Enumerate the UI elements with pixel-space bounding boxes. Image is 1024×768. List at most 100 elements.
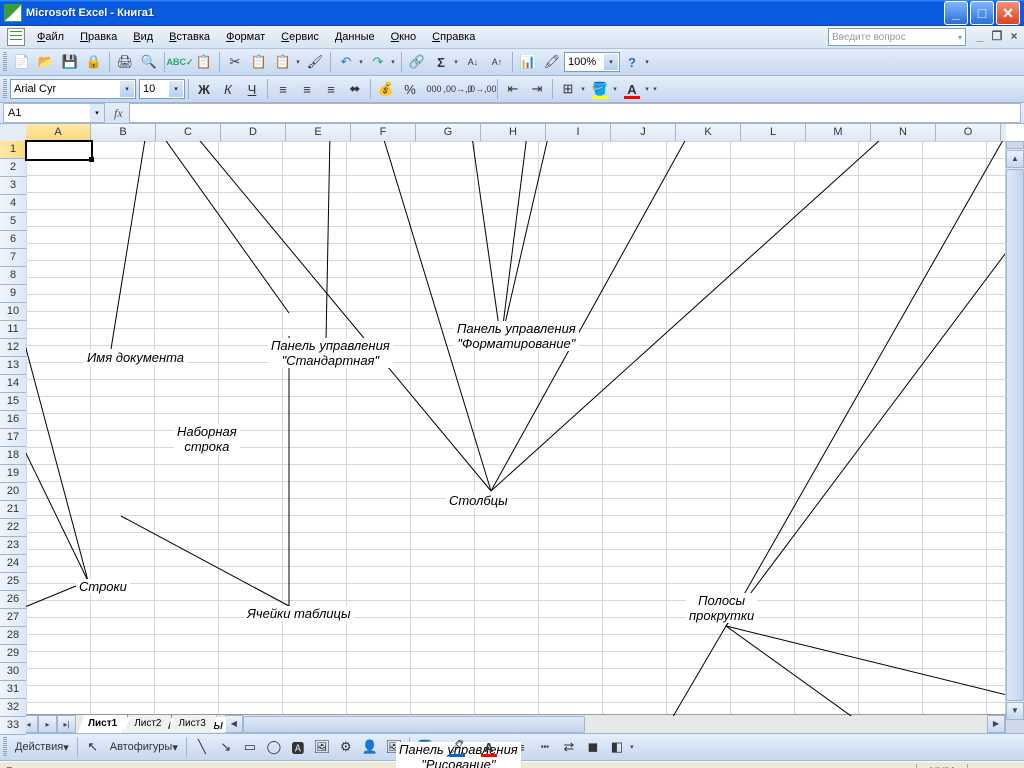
row-header-29[interactable]: 29	[0, 645, 26, 663]
column-header-M[interactable]: M	[806, 124, 871, 141]
minimize-button[interactable]: _	[944, 1, 968, 25]
wordart-button[interactable]: 🖼	[311, 736, 333, 758]
column-header-C[interactable]: C	[156, 124, 221, 141]
column-header-L[interactable]: L	[741, 124, 806, 141]
new-button[interactable]: 📄	[11, 51, 33, 73]
save-button[interactable]: 💾	[59, 51, 81, 73]
menu-Справка[interactable]: Справка	[424, 29, 483, 45]
row-header-14[interactable]: 14	[0, 375, 26, 393]
column-header-B[interactable]: B	[91, 124, 156, 141]
font-color-button[interactable]: A	[621, 78, 643, 100]
toolbar-grip[interactable]	[3, 79, 7, 99]
research-button[interactable]: 📋	[193, 51, 215, 73]
align-center-button[interactable]: ≡	[296, 78, 318, 100]
borders-button[interactable]: ⊞	[557, 78, 579, 100]
zoom-combo[interactable]: 100%▾	[564, 52, 620, 72]
font-color-button[interactable]: A	[478, 736, 500, 758]
row-header-8[interactable]: 8	[0, 267, 26, 285]
mdi-restore-button[interactable]: ❐	[990, 30, 1004, 44]
cells-area[interactable]: Имя документа Панель управления "Стандар…	[26, 141, 1006, 714]
mdi-minimize-button[interactable]: _	[973, 30, 987, 44]
formula-input[interactable]	[129, 103, 1021, 123]
autoshapes-menu[interactable]: Автофигуры ▾	[106, 736, 182, 758]
worksheet-icon[interactable]	[7, 28, 25, 46]
row-header-22[interactable]: 22	[0, 519, 26, 537]
percent-button[interactable]: %	[399, 78, 421, 100]
decrease-indent-button[interactable]: ⇤	[502, 78, 524, 100]
menu-Вставка[interactable]: Вставка	[161, 29, 218, 45]
row-header-15[interactable]: 15	[0, 393, 26, 411]
open-button[interactable]: 📂	[35, 51, 57, 73]
increase-decimal-button[interactable]: ,00→,0	[447, 78, 469, 100]
hyperlink-button[interactable]: 🔗	[406, 51, 428, 73]
row-header-6[interactable]: 6	[0, 231, 26, 249]
row-header-30[interactable]: 30	[0, 663, 26, 681]
paste-button[interactable]: 📋	[272, 51, 294, 73]
undo-button[interactable]: ↶	[335, 51, 357, 73]
row-header-18[interactable]: 18	[0, 447, 26, 465]
row-header-9[interactable]: 9	[0, 285, 26, 303]
italic-button[interactable]: К	[217, 78, 239, 100]
menu-Данные[interactable]: Данные	[327, 29, 383, 45]
row-header-2[interactable]: 2	[0, 159, 26, 177]
format-painter-button[interactable]: 🖌	[304, 51, 326, 73]
decrease-decimal-button[interactable]: ,0→,00	[471, 78, 493, 100]
select-all-button[interactable]	[0, 124, 27, 142]
horizontal-scrollbar[interactable]: ◀ ▶	[225, 715, 1005, 733]
paste-dropdown[interactable]: ▾	[294, 51, 302, 73]
column-header-A[interactable]: A	[26, 124, 91, 141]
row-header-10[interactable]: 10	[0, 303, 26, 321]
scroll-right-button[interactable]: ▶	[987, 715, 1005, 733]
sheet-tab-Лист3[interactable]: Лист3	[168, 715, 216, 733]
row-header-28[interactable]: 28	[0, 627, 26, 645]
shadow-button[interactable]: ◼	[582, 736, 604, 758]
cut-button[interactable]: ✂	[224, 51, 246, 73]
underline-button[interactable]: Ч	[241, 78, 263, 100]
fill-color-button[interactable]: 🪣	[589, 78, 611, 100]
line-color-button[interactable]: 🖊	[446, 736, 468, 758]
row-header-26[interactable]: 26	[0, 591, 26, 609]
line-color-dd[interactable]: ▾	[468, 736, 476, 758]
chart-wizard-button[interactable]: 📊	[517, 51, 539, 73]
row-header-7[interactable]: 7	[0, 249, 26, 267]
align-left-button[interactable]: ≡	[272, 78, 294, 100]
row-header-3[interactable]: 3	[0, 177, 26, 195]
row-header-25[interactable]: 25	[0, 573, 26, 591]
close-button[interactable]: ✕	[996, 1, 1020, 25]
fill-color-button[interactable]: 🪣	[414, 736, 436, 758]
line-button[interactable]: ╲	[191, 736, 213, 758]
column-header-H[interactable]: H	[481, 124, 546, 141]
fill-dd[interactable]: ▾	[436, 736, 444, 758]
font-color-dd[interactable]: ▾	[500, 736, 508, 758]
column-header-F[interactable]: F	[351, 124, 416, 141]
textbox-button[interactable]: 🅰	[287, 736, 309, 758]
column-header-N[interactable]: N	[871, 124, 936, 141]
column-header-E[interactable]: E	[286, 124, 351, 141]
autosum-button[interactable]: Σ	[430, 51, 452, 73]
dash-style-button[interactable]: ┅	[534, 736, 556, 758]
row-header-16[interactable]: 16	[0, 411, 26, 429]
hscroll-thumb[interactable]	[243, 716, 585, 733]
name-box[interactable]: A1▾	[3, 103, 105, 123]
row-header-1[interactable]: 1	[0, 141, 26, 159]
toolbar-options-button[interactable]: ▾	[651, 78, 659, 100]
scroll-down-button[interactable]: ▼	[1006, 702, 1024, 720]
diagram-button[interactable]: ⚙	[335, 736, 357, 758]
row-header-23[interactable]: 23	[0, 537, 26, 555]
column-header-D[interactable]: D	[221, 124, 286, 141]
vscroll-thumb[interactable]	[1006, 169, 1024, 701]
menu-Вид[interactable]: Вид	[125, 29, 161, 45]
menu-Файл[interactable]: Файл	[29, 29, 72, 45]
tab-nav-next[interactable]: ▸	[38, 715, 57, 733]
fill-color-dropdown[interactable]: ▾	[611, 78, 619, 100]
increase-indent-button[interactable]: ⇥	[526, 78, 548, 100]
drawing-toggle-button[interactable]: 🖍	[541, 51, 563, 73]
row-header-4[interactable]: 4	[0, 195, 26, 213]
vertical-scrollbar[interactable]: ▲ ▼	[1005, 141, 1024, 714]
menu-Правка[interactable]: Правка	[72, 29, 125, 45]
row-header-21[interactable]: 21	[0, 501, 26, 519]
insert-picture-button[interactable]: 🖼	[383, 736, 405, 758]
clipart-button[interactable]: 👤	[359, 736, 381, 758]
toolbar-options-button[interactable]: ▾	[643, 51, 651, 73]
row-header-27[interactable]: 27	[0, 609, 26, 627]
